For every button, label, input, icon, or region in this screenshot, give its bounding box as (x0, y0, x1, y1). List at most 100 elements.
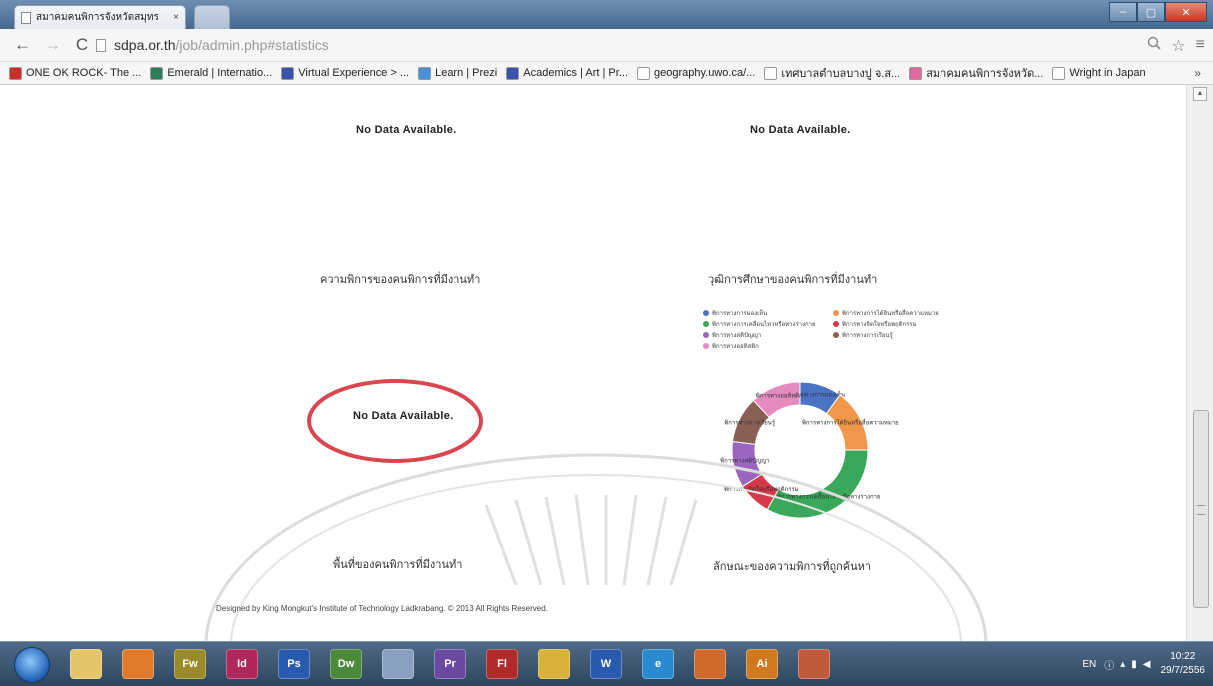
taskbar-word-icon[interactable]: W (590, 649, 622, 679)
legend-item[interactable]: พิการทางการมองเห็น (703, 308, 767, 318)
taskbar-premiere-icon[interactable]: Pr (434, 649, 466, 679)
legend-label: พิการทางการมองเห็น (712, 311, 768, 317)
clock[interactable]: 10:22 29/7/2556 (1161, 650, 1206, 678)
close-window-button[interactable]: ✕ (1165, 2, 1207, 22)
maximize-button[interactable]: ▢ (1137, 2, 1165, 22)
taskbar-tools-icon[interactable] (382, 649, 414, 679)
education-chart-title: วุฒิการศึกษาของคนพิการที่มีงานทำ (708, 274, 878, 286)
taskbar: Fw Id Ps Dw Pr Fl We Ai EN ⓘ ▴ ▮ ◀ 10:22 29/7/2… (0, 641, 1213, 686)
help-icon[interactable]: ⓘ (1104, 657, 1114, 672)
clock-date: 29/7/2556 (1160, 665, 1206, 676)
taskbar-dreamweaver-icon[interactable]: Dw (330, 649, 362, 679)
tray-expand-icon[interactable]: ▴ (1120, 659, 1125, 670)
nodata-top-left: No Data Available. (356, 124, 457, 136)
minimize-button[interactable]: – (1109, 2, 1137, 22)
legend-item[interactable]: พิการทางการได้ยินหรือสื่อความหมาย (833, 308, 939, 318)
legend-item[interactable]: พิการทางจิตใจหรือพฤติกรรม (833, 319, 917, 329)
toolbar-right: ☆ ≡ (1147, 36, 1205, 56)
donut-slice-label: พิการทางออทิสติก (756, 392, 803, 399)
bookmarks-overflow-icon[interactable]: » (1194, 66, 1201, 80)
start-button[interactable] (14, 647, 50, 683)
taskbar-photoshop-icon[interactable]: Ps (278, 649, 310, 679)
legend-swatch (833, 332, 839, 338)
zoom-icon[interactable] (1147, 36, 1161, 56)
taskbar-indesign-icon[interactable]: Id (226, 649, 258, 679)
bookmark-label: Academics | Art | Pr... (523, 67, 628, 79)
bookmark-favicon-icon (506, 66, 520, 80)
scroll-grip (1197, 505, 1205, 515)
bookmark-favicon-icon (764, 66, 778, 80)
bookmark-favicon-icon (418, 66, 432, 80)
clock-time: 10:22 (1170, 651, 1196, 662)
volume-icon[interactable]: ◀ (1143, 659, 1151, 670)
back-arrow-icon[interactable]: ← (14, 35, 31, 55)
bookmark-item[interactable]: geography.uwo.ca/... (637, 66, 755, 80)
legend-item[interactable]: พิการทางสติปัญญา (703, 330, 761, 340)
language-indicator[interactable]: EN (1082, 659, 1096, 670)
bookmark-label: เทศบาลตำบลบางปู จ.ส... (781, 68, 901, 80)
taskbar-flash-icon[interactable]: Fl (486, 649, 518, 679)
bookmark-item[interactable]: ONE OK ROCK- The ... (9, 66, 142, 80)
taskbar-app-icon[interactable] (798, 649, 830, 679)
bookmark-favicon-icon (9, 66, 22, 80)
legend-label: พิการทางการเรียนรู้ (842, 333, 893, 339)
legend-item[interactable]: พิการทางออทิสติก (703, 341, 759, 351)
donut-slice-label: พิการทางจิตใจหรือพฤติกรรม (724, 485, 799, 493)
donut-slice-label: พิการทางการได้ยินหรือสื่อความหมาย (802, 418, 899, 426)
taskbar-chrome-icon[interactable] (538, 649, 570, 679)
bookmark-item[interactable]: สมาคมคนพิการจังหวัด... (909, 64, 1043, 82)
donut-slice[interactable] (766, 449, 869, 519)
browser-toolbar: ← → C sdpa.or.th /job/admin.php#statisti… (0, 29, 1213, 62)
legend-label: พิการทางการเคลื่อนไหวหรือทางร่างกาย (712, 322, 816, 328)
scroll-thumb[interactable] (1193, 410, 1209, 608)
scroll-up-icon[interactable]: ▲ (1193, 87, 1207, 101)
network-icon[interactable]: ▮ (1131, 659, 1137, 670)
legend-item[interactable]: พิการทางการเคลื่อนไหวหรือทางร่างกาย (703, 319, 816, 329)
taskbar-illustrator-icon[interactable]: Ai (746, 649, 778, 679)
legend-label: พิการทางออทิสติก (712, 344, 759, 350)
bookmark-item[interactable]: Wright in Japan (1052, 66, 1146, 80)
disability-chart-title: ความพิการของคนพิการที่มีงานทำ (320, 274, 481, 286)
url-host: sdpa.or.th (114, 37, 176, 53)
star-bookmark-icon[interactable]: ☆ (1171, 36, 1185, 56)
page-icon (21, 11, 31, 24)
address-bar[interactable]: sdpa.or.th /job/admin.php#statistics (96, 35, 1146, 55)
legend-label: พิการทางการได้ยินหรือสื่อความหมาย (842, 311, 939, 317)
legend-label: พิการทางสติปัญญา (712, 333, 762, 339)
reload-icon[interactable]: C (74, 35, 90, 55)
new-tab-button[interactable] (194, 5, 230, 29)
legend-label: พิการทางจิตใจหรือพฤติกรรม (842, 322, 917, 328)
menu-icon[interactable]: ≡ (1196, 36, 1205, 56)
bookmark-label: Emerald | Internatio... (167, 67, 273, 79)
legend-item[interactable]: พิการทางการเรียนรู้ (833, 330, 893, 340)
page-icon (96, 38, 106, 52)
bookmark-favicon-icon (150, 66, 164, 80)
taskbar-explorer-icon[interactable] (70, 649, 102, 679)
bookmark-item[interactable]: Academics | Art | Pr... (506, 66, 628, 80)
taskbar-media-icon[interactable] (122, 649, 154, 679)
characteristics-chart-title: ลักษณะของความพิการที่ถูกค้นหา (713, 561, 872, 573)
window-title-bar: สมาคมคนพิการจังหวัดสมุทร × – ▢ ✕ (0, 0, 1213, 29)
forward-arrow-icon[interactable]: → (44, 35, 61, 55)
bookmark-item[interactable]: Emerald | Internatio... (150, 66, 273, 80)
tab-close-icon[interactable]: × (173, 12, 179, 23)
tab-label: สมาคมคนพิการจังหวัดสมุทร (36, 12, 159, 23)
legend-swatch (703, 343, 709, 349)
taskbar-fireworks-icon[interactable]: Fw (174, 649, 206, 679)
bookmark-item[interactable]: Virtual Experience > ... (281, 66, 409, 80)
legend-swatch (703, 321, 709, 327)
bookmark-favicon-icon (1052, 66, 1066, 80)
bookmark-favicon-icon (909, 66, 923, 80)
taskbar-ie-icon[interactable]: e (642, 649, 674, 679)
bookmark-label: ONE OK ROCK- The ... (26, 67, 142, 79)
vertical-scrollbar[interactable]: ▲ (1186, 85, 1213, 641)
legend-swatch (833, 321, 839, 327)
bookmark-item[interactable]: Learn | Prezi (418, 66, 498, 80)
bookmark-item[interactable]: เทศบาลตำบลบางปู จ.ส... (764, 64, 900, 82)
tab-sdpa[interactable]: สมาคมคนพิการจังหวัดสมุทร × (14, 5, 186, 29)
bookmark-label: Learn | Prezi (435, 67, 498, 79)
taskbar-firefox-icon[interactable] (694, 649, 726, 679)
red-annotation-circle (307, 379, 483, 463)
donut-slice-label: พิการทางสติปัญญา (720, 457, 769, 464)
window-controls: – ▢ ✕ (1109, 2, 1207, 22)
